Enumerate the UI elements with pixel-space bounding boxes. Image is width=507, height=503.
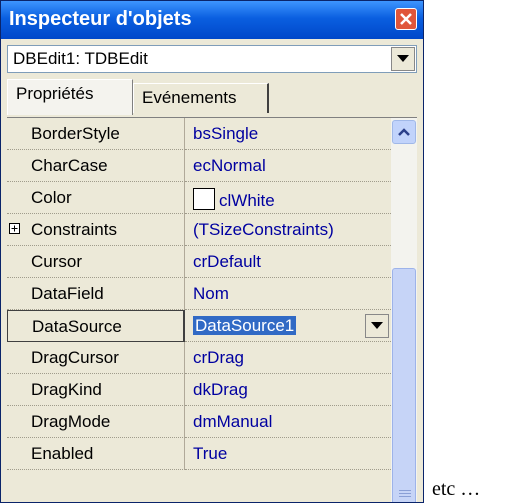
property-name: DragCursor bbox=[7, 342, 185, 374]
property-row-charcase[interactable]: CharCase ecNormal bbox=[7, 150, 391, 182]
property-value[interactable]: True bbox=[185, 438, 391, 470]
property-value[interactable]: dmManual bbox=[185, 406, 391, 438]
object-selector-dropdown-button[interactable] bbox=[391, 47, 415, 71]
property-name: Color bbox=[7, 182, 185, 214]
property-name-cell: Constraints bbox=[7, 214, 185, 246]
property-name: DataSource bbox=[7, 310, 185, 342]
property-name: CharCase bbox=[7, 150, 185, 182]
grip-icon bbox=[399, 490, 411, 500]
property-row-dragmode[interactable]: DragMode dmManual bbox=[7, 406, 391, 438]
value-dropdown-button[interactable] bbox=[365, 314, 389, 338]
scroll-up-button[interactable] bbox=[392, 120, 416, 144]
property-row-color[interactable]: Color clWhite bbox=[7, 182, 391, 214]
chevron-down-icon bbox=[397, 55, 409, 62]
property-value: clWhite bbox=[219, 191, 275, 210]
property-value-editor[interactable]: DataSource1 bbox=[185, 310, 391, 342]
property-row-datafield[interactable]: DataField Nom bbox=[7, 278, 391, 310]
tab-proprietes[interactable]: Propriétés bbox=[7, 79, 133, 115]
property-name: DragMode bbox=[7, 406, 185, 438]
property-row-constraints[interactable]: Constraints (TSizeConstraints) bbox=[7, 214, 391, 246]
property-row-borderstyle[interactable]: BorderStyle bsSingle bbox=[7, 118, 391, 150]
property-value[interactable]: crDefault bbox=[185, 246, 391, 278]
chevron-up-icon bbox=[398, 128, 410, 136]
title-bar[interactable]: Inspecteur d'objets bbox=[1, 1, 423, 39]
tab-strip: Propriétés Evénements bbox=[7, 79, 417, 115]
property-row-datasource[interactable]: DataSource DataSource1 bbox=[7, 310, 391, 342]
property-row-cursor[interactable]: Cursor crDefault bbox=[7, 246, 391, 278]
property-name: DataField bbox=[7, 278, 185, 310]
object-selector-combobox[interactable]: DBEdit1: TDBEdit bbox=[7, 45, 417, 73]
close-icon bbox=[400, 13, 412, 25]
vertical-scrollbar[interactable] bbox=[391, 118, 417, 502]
property-name: DragKind bbox=[7, 374, 185, 406]
property-row-dragkind[interactable]: DragKind dkDrag bbox=[7, 374, 391, 406]
property-value[interactable]: (TSizeConstraints) bbox=[185, 214, 391, 246]
property-value[interactable]: bsSingle bbox=[185, 118, 391, 150]
property-row-enabled[interactable]: Enabled True bbox=[7, 438, 391, 470]
property-value-color[interactable]: clWhite bbox=[185, 182, 391, 214]
scroll-thumb[interactable] bbox=[392, 268, 416, 502]
property-value[interactable]: crDrag bbox=[185, 342, 391, 374]
property-value[interactable]: DataSource1 bbox=[193, 316, 297, 335]
property-grid: BorderStyle bsSingle CharCase ecNormal C… bbox=[7, 117, 417, 502]
close-button[interactable] bbox=[395, 8, 417, 30]
object-inspector-window: Inspecteur d'objets DBEdit1: TDBEdit Pro… bbox=[0, 0, 424, 503]
property-row-dragcursor[interactable]: DragCursor crDrag bbox=[7, 342, 391, 374]
property-name: Constraints bbox=[31, 220, 117, 239]
expand-plus-icon[interactable] bbox=[9, 223, 20, 234]
property-value[interactable]: dkDrag bbox=[185, 374, 391, 406]
chevron-down-icon bbox=[371, 322, 383, 329]
window-title: Inspecteur d'objets bbox=[9, 8, 192, 30]
property-value[interactable]: ecNormal bbox=[185, 150, 391, 182]
tab-label: Propriétés bbox=[16, 84, 94, 103]
tab-evenements[interactable]: Evénements bbox=[133, 83, 269, 113]
property-name: BorderStyle bbox=[7, 118, 185, 150]
tab-label: Evénements bbox=[142, 88, 237, 107]
property-value[interactable]: Nom bbox=[185, 278, 391, 310]
caption-etc: etc … bbox=[432, 478, 481, 500]
object-selector-value: DBEdit1: TDBEdit bbox=[13, 49, 148, 68]
color-swatch bbox=[193, 188, 215, 210]
property-name: Enabled bbox=[7, 438, 185, 470]
property-name: Cursor bbox=[7, 246, 185, 278]
